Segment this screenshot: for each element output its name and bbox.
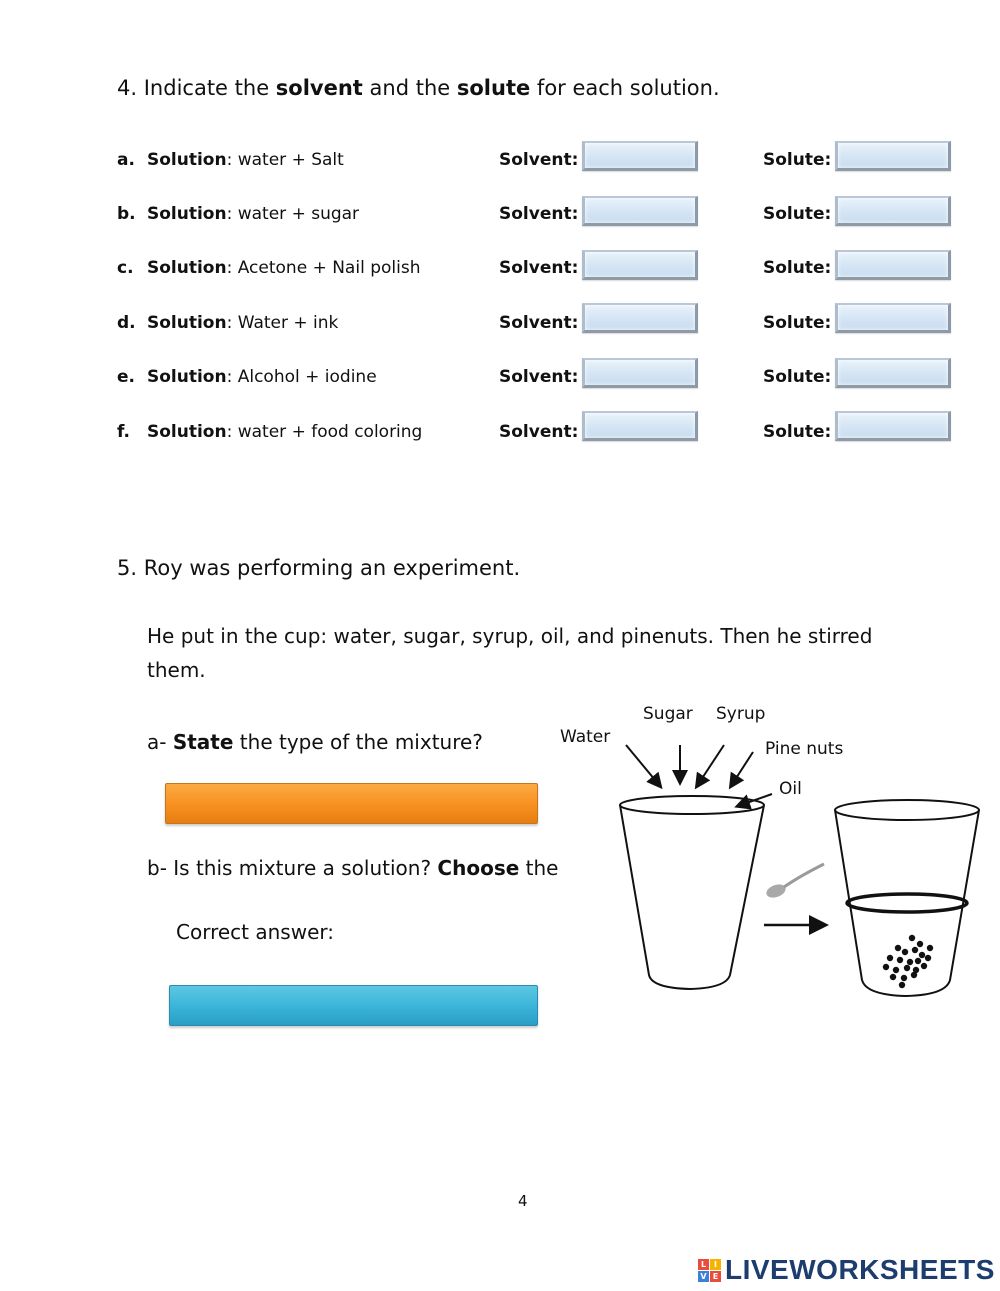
logo-block: L [698,1258,709,1270]
pine-nut [926,944,934,952]
logo-block: I [710,1258,721,1270]
pine-nut [901,948,909,956]
pine-nut [903,964,911,972]
brand-name: LIVEWORKSHEETS [725,1254,995,1285]
pine-nut [886,954,894,962]
logo-block: E [710,1270,721,1282]
arrow-water [625,744,663,790]
pine-nut [906,958,914,966]
oil-layer [845,892,969,914]
pine-nut [918,951,926,959]
pine-nut [910,971,918,979]
experiment-diagram [619,744,980,998]
pine-nut [892,966,900,974]
pine-nut [920,962,928,970]
pine-nut [898,981,906,989]
pine-nuts-sediment [882,934,934,989]
logo-block: V [698,1270,709,1282]
pine-nut [914,957,922,965]
pine-nut [916,940,924,948]
pine-nut [889,973,897,981]
pine-nut [900,974,908,982]
pine-nut [911,946,919,954]
liveworksheets-logo[interactable]: L I V E LIVEWORKSHEETS [698,1254,995,1286]
arrow-syrup [694,744,725,790]
page-number: 4 [518,1192,528,1210]
pine-nut [894,944,902,952]
spoon-icon [766,862,825,898]
arrow-pine-nuts [728,751,754,790]
cup-before-stirring [619,795,765,991]
logo-blocks-icon: L I V E [698,1258,721,1282]
pine-nut [908,934,916,942]
pine-nut [896,956,904,964]
pine-nut [882,963,890,971]
pine-nut [924,954,932,962]
